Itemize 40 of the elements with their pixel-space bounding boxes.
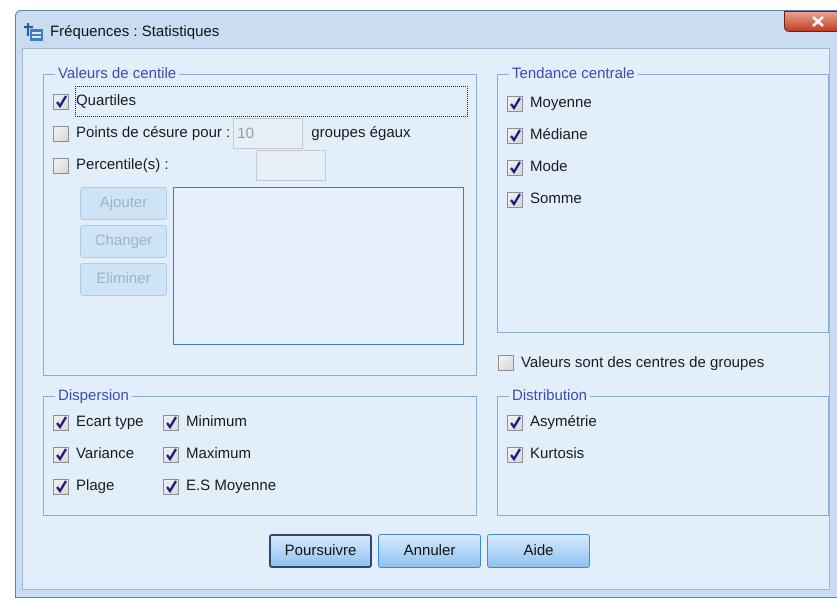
checkbox[interactable] [507,446,523,462]
checkbox[interactable] [53,478,69,494]
checkbox-label[interactable]: E.S Moyenne [186,475,276,498]
checkbox[interactable] [163,414,179,430]
checkbox-label[interactable]: Maximum [186,443,252,466]
checkbox-label[interactable]: Quartiles [76,87,467,116]
dialog-button[interactable]: Aide [487,534,590,568]
checkbox-label[interactable]: Médiane [530,124,588,147]
checkbox[interactable] [507,414,523,430]
checkbox-label[interactable]: Asymétrie [530,411,597,434]
checkbox[interactable] [507,128,523,144]
checkbox-label[interactable]: Moyenne [530,92,592,115]
checkbox[interactable] [163,446,179,462]
dialog-button[interactable]: Poursuivre [269,534,372,568]
close-icon [812,16,824,27]
checkbox[interactable] [507,160,523,176]
group-title: Distribution [511,386,588,406]
window-title: Fréquences : Statistiques [50,22,220,42]
checkbox-label[interactable]: Plage [76,475,114,498]
checkbox-label[interactable]: Minimum [186,411,247,434]
checkbox-label[interactable]: Valeurs sont des centres de groupes [521,352,764,374]
checkbox[interactable] [53,94,69,110]
checkbox[interactable] [53,414,69,430]
dialog-button[interactable]: Annuler [378,534,481,568]
suffix-label: groupes égaux [311,123,411,144]
group-title: Dispersion [57,386,130,406]
checkbox-label[interactable]: Somme [530,188,582,211]
checkbox[interactable] [163,478,179,494]
checkbox-label[interactable]: Mode [530,156,568,179]
checkbox-label[interactable]: Ecart type [76,411,144,434]
checkbox-label[interactable]: Variance [76,443,134,466]
close-button[interactable] [784,11,837,32]
checkbox[interactable] [507,96,523,112]
checkbox[interactable] [498,355,514,371]
checkbox[interactable] [507,192,523,208]
checkbox[interactable] [53,446,69,462]
app-icon [24,22,44,42]
group-title: Valeurs de centile [57,64,178,84]
group-title: Tendance centrale [511,64,636,84]
checkbox-label[interactable]: Kurtosis [530,443,584,466]
